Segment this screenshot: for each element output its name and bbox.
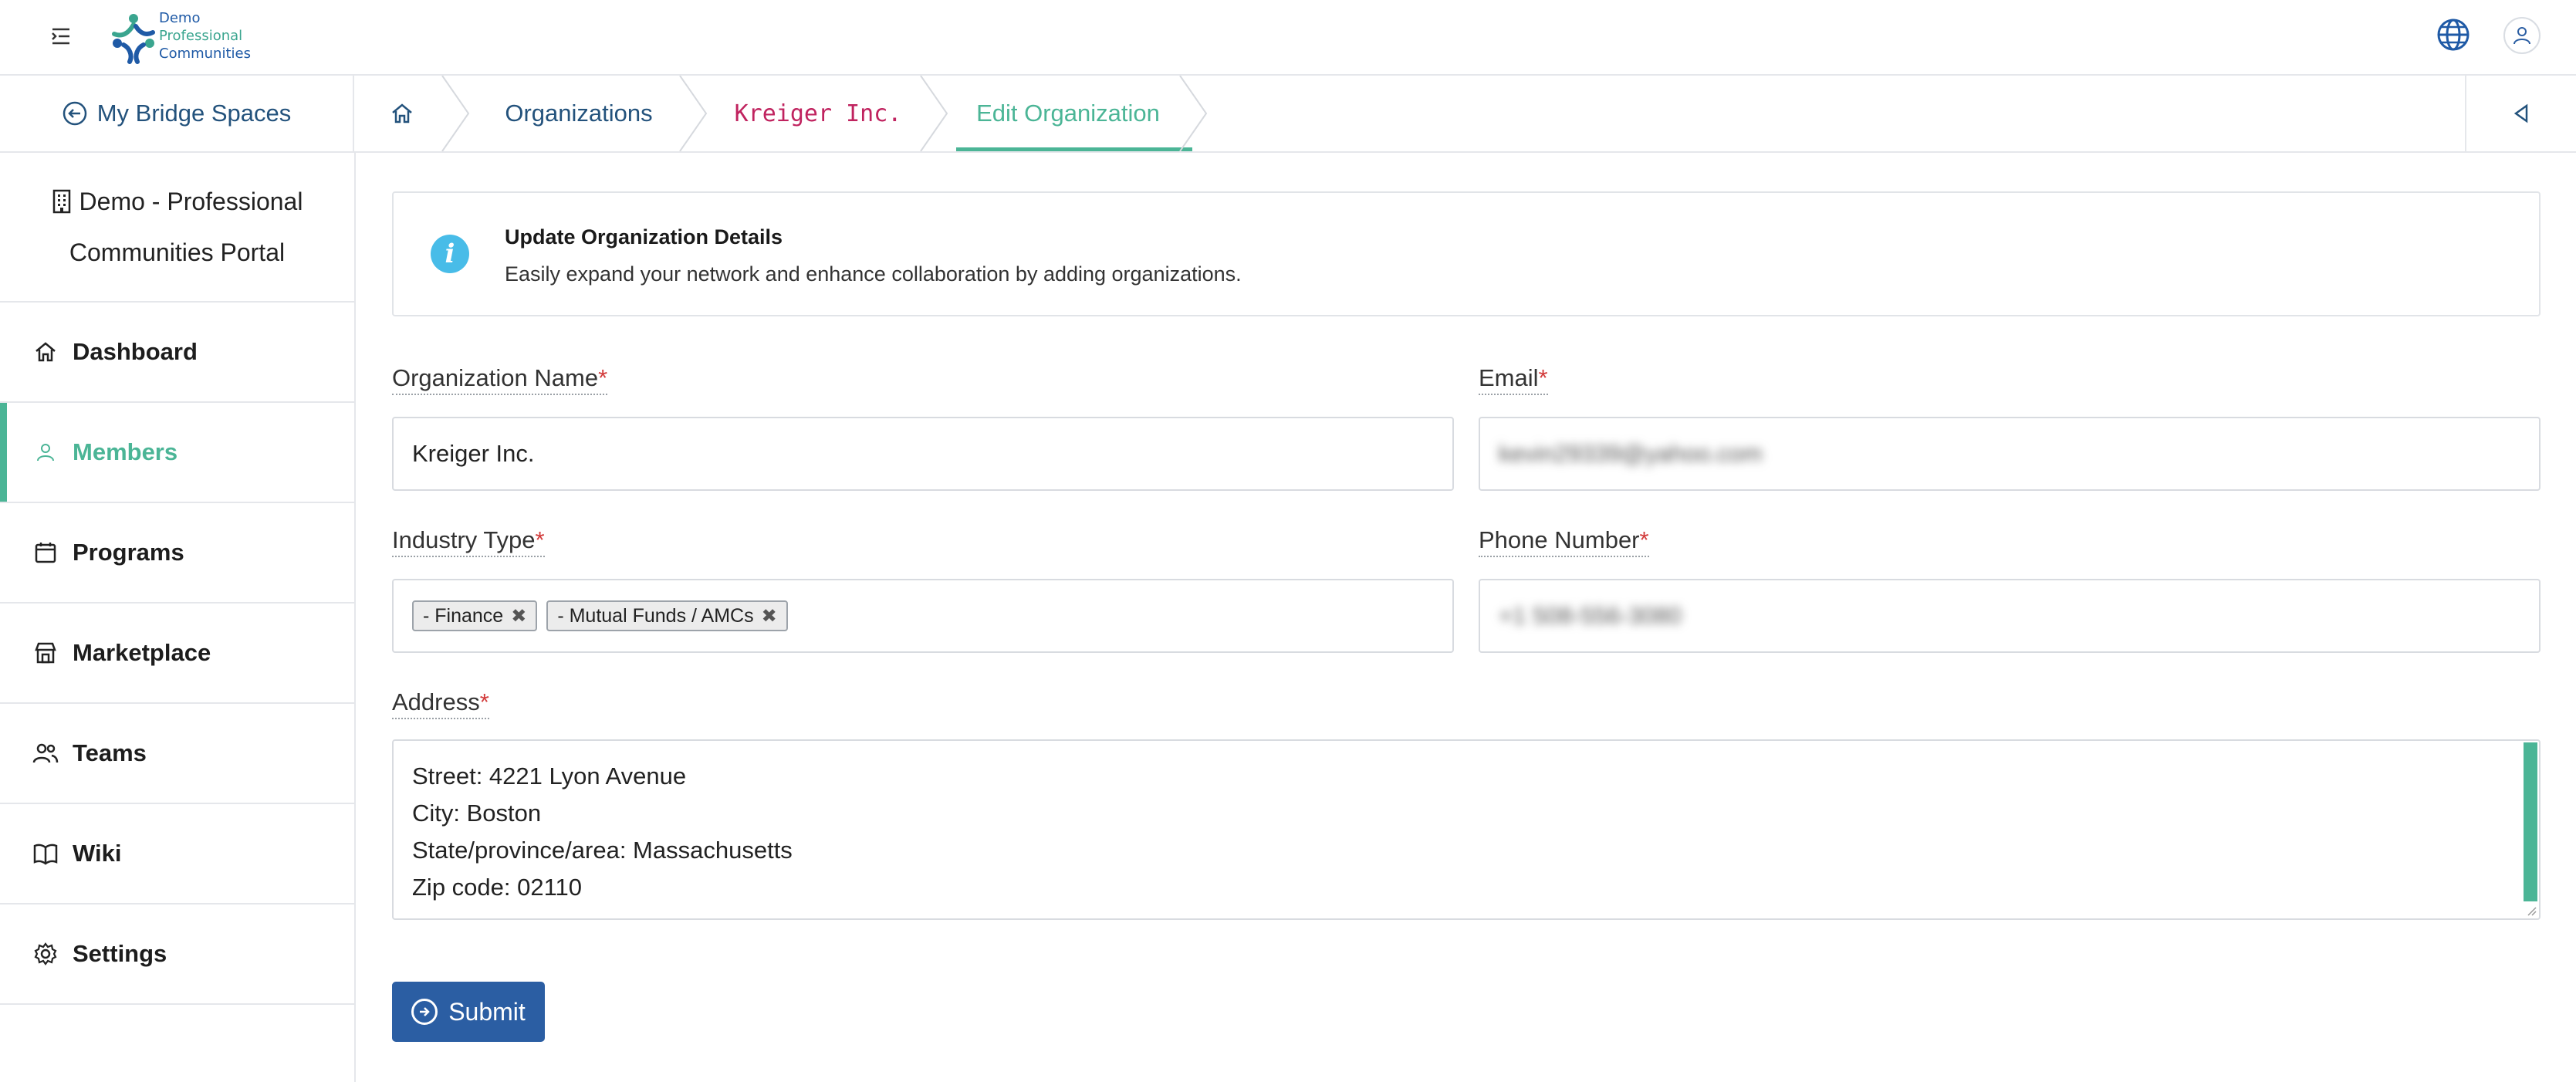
address-textarea[interactable]: Street: 4221 Lyon Avenue City: Boston St… <box>392 739 2541 920</box>
sub-header: My Bridge Spaces Organizations Kreiger I… <box>0 76 2576 153</box>
industry-tag[interactable]: - Mutual Funds / AMCs ✖ <box>546 600 788 631</box>
breadcrumb-separator <box>1179 76 1208 151</box>
sidebar-item-teams[interactable]: Teams <box>0 704 354 804</box>
my-bridge-spaces-label: My Bridge Spaces <box>96 100 292 127</box>
sidebar-item-programs[interactable]: Programs <box>0 503 354 604</box>
user-icon <box>32 439 59 465</box>
caret-left-icon <box>2513 103 2528 123</box>
industry-type-select[interactable]: - Finance ✖ - Mutual Funds / AMCs ✖ <box>392 579 1454 653</box>
breadcrumb-organization-name[interactable]: Kreiger Inc. <box>709 76 950 151</box>
sidebar-item-dashboard[interactable]: Dashboard <box>0 303 354 403</box>
language-globe-icon[interactable] <box>2436 17 2471 52</box>
remove-tag-icon[interactable]: ✖ <box>511 605 526 627</box>
sidebar-item-marketplace[interactable]: Marketplace <box>0 604 354 704</box>
resize-handle-icon[interactable] <box>2524 903 2537 917</box>
building-icon <box>52 189 70 214</box>
sidebar-item-settings[interactable]: Settings <box>0 904 354 1005</box>
breadcrumb-separator <box>441 76 470 151</box>
user-avatar-button[interactable] <box>2503 17 2541 54</box>
my-bridge-spaces-link[interactable]: My Bridge Spaces <box>0 76 354 151</box>
home-icon <box>32 339 59 365</box>
email-input[interactable]: kevin29339@yahoo.com <box>1479 417 2541 491</box>
breadcrumb: Organizations Kreiger Inc. Edit Organiza… <box>356 76 1209 151</box>
phone-number-label: Phone Number* <box>1479 526 1649 557</box>
arrow-circle-right-icon <box>411 999 438 1025</box>
collapse-panel-button[interactable] <box>2465 76 2576 151</box>
menu-toggle-icon[interactable] <box>48 23 74 49</box>
portal-name: Demo - Professional Communities Portal <box>0 153 354 303</box>
breadcrumb-separator <box>920 76 948 151</box>
calendar-icon <box>32 539 59 566</box>
industry-type-label: Industry Type* <box>392 526 545 557</box>
store-icon <box>32 640 59 666</box>
info-icon: i <box>431 235 469 273</box>
breadcrumb-separator <box>679 76 708 151</box>
active-tab-underline <box>956 147 1192 151</box>
home-icon <box>392 103 412 123</box>
textarea-scrollbar[interactable] <box>2524 742 2537 901</box>
email-label: Email* <box>1479 364 1548 395</box>
sidebar-item-members[interactable]: Members <box>0 403 354 503</box>
logo-text: Demo Professional Communities <box>159 10 251 62</box>
industry-tag[interactable]: - Finance ✖ <box>412 600 538 631</box>
brand-logo[interactable]: Demo Professional Communities <box>106 8 251 68</box>
users-icon <box>32 740 59 766</box>
phone-number-input[interactable]: +1 508-556-3080 <box>1479 579 2541 653</box>
breadcrumb-edit-organization[interactable]: Edit Organization <box>950 76 1209 151</box>
top-header: Demo Professional Communities <box>0 0 2576 76</box>
breadcrumb-organizations[interactable]: Organizations <box>472 76 709 151</box>
organization-name-input[interactable]: Kreiger Inc. <box>392 417 1454 491</box>
remove-tag-icon[interactable]: ✖ <box>762 605 777 627</box>
breadcrumb-home[interactable] <box>356 76 472 151</box>
sidebar-item-wiki[interactable]: Wiki <box>0 804 354 904</box>
submit-button[interactable]: Submit <box>392 982 545 1042</box>
back-circle-icon <box>63 101 86 126</box>
book-icon <box>32 840 59 867</box>
info-title: Update Organization Details <box>505 225 783 249</box>
organization-name-label: Organization Name* <box>392 364 608 395</box>
user-icon <box>2513 27 2530 45</box>
sidebar: Demo - Professional Communities Portal D… <box>0 153 356 1082</box>
address-label: Address* <box>392 688 489 719</box>
gear-icon <box>32 941 59 967</box>
info-banner: i Update Organization Details Easily exp… <box>392 191 2541 316</box>
info-description: Easily expand your network and enhance c… <box>505 262 1242 286</box>
